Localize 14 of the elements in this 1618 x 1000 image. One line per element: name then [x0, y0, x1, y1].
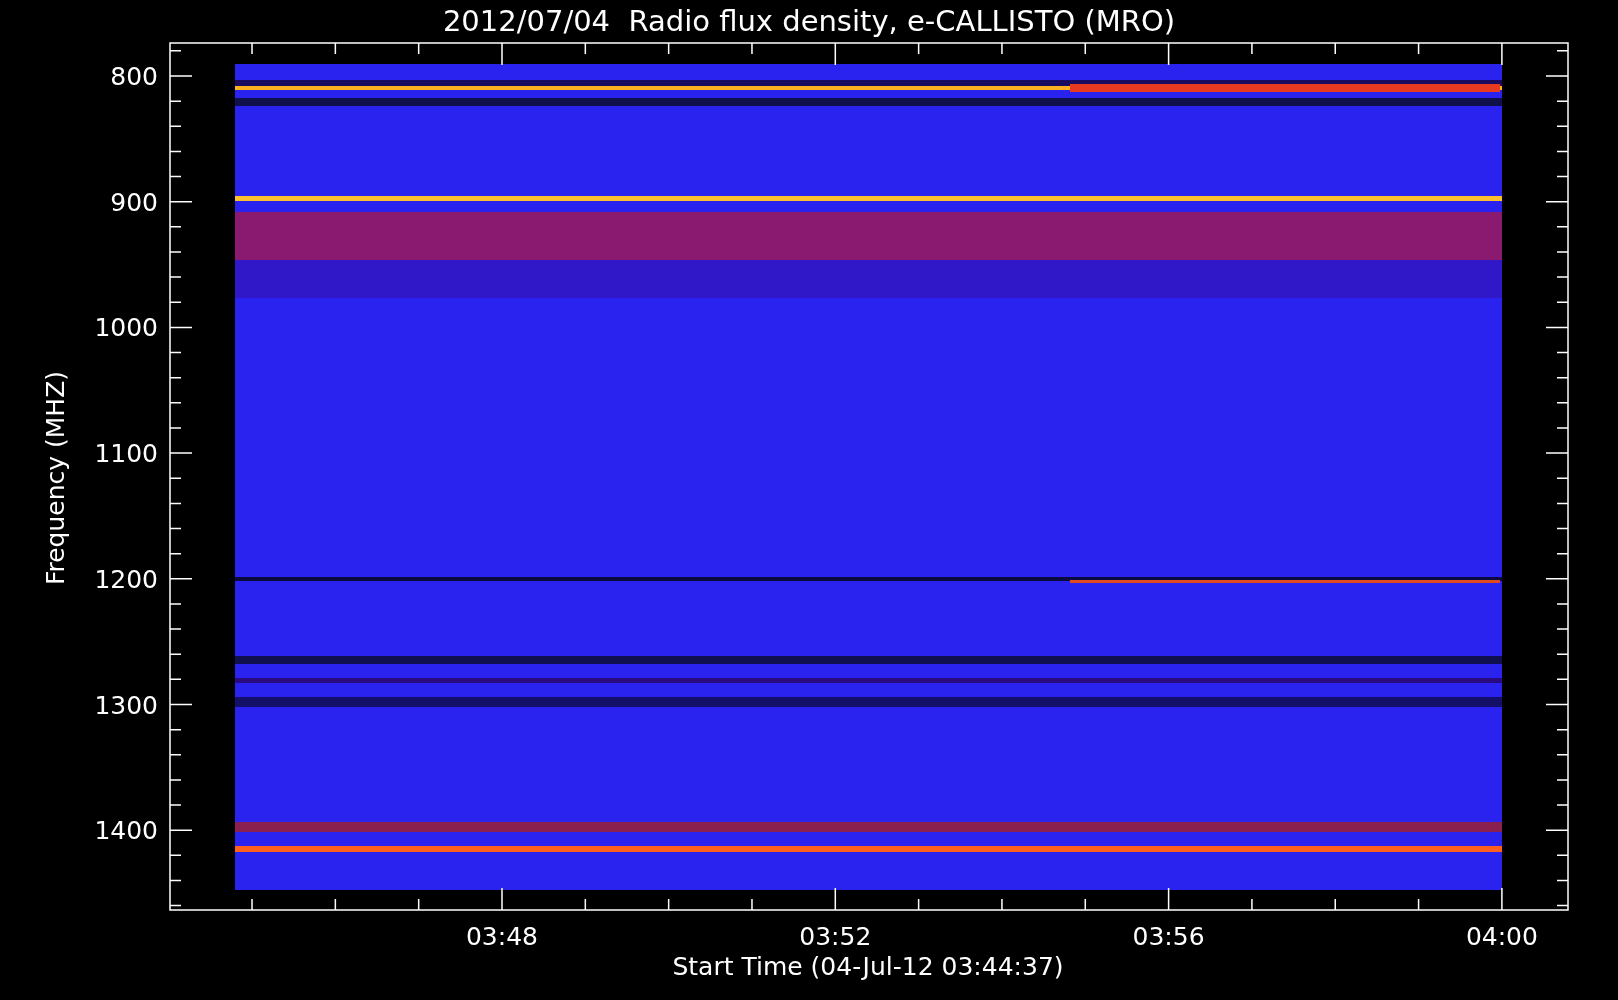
- x-tick-label: 03:52: [799, 922, 872, 951]
- y-tick-label: 1300: [94, 690, 158, 720]
- x-tick-label: 03:56: [1132, 922, 1205, 951]
- y-axis-label: Frequency (MHZ): [41, 370, 70, 586]
- y-tick-label: 1400: [94, 816, 158, 846]
- x-axis-label: Start Time (04-Jul-12 03:44:37): [672, 952, 1064, 981]
- x-tick-label: 03:48: [466, 922, 538, 951]
- chart-title: 2012/07/04 Radio flux density, e-CALLISTO (MRO): [442, 4, 1176, 38]
- y-tick-label: 1000: [94, 313, 158, 343]
- y-tick-label: 900: [110, 187, 158, 217]
- y-tick-label: 1100: [94, 439, 158, 469]
- y-tick-label: 800: [110, 62, 158, 91]
- x-tick-label: 04:00: [1465, 922, 1538, 951]
- y-tick-label: 1200: [94, 564, 158, 594]
